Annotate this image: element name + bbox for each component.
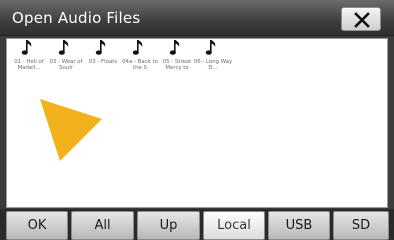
pointer-arrow-icon — [40, 99, 102, 161]
bottom-toolbar: OK All Up Local USB SD — [0, 209, 394, 240]
file-name: 05 - Streat Mercy to — [162, 59, 192, 72]
sd-button[interactable]: SD — [333, 211, 389, 240]
close-button[interactable] — [341, 7, 381, 31]
sd-button-label: SD — [351, 218, 371, 233]
file-name: 01 - Hell of Madell... — [14, 59, 44, 72]
usb-button[interactable]: USB — [268, 211, 330, 240]
file-item[interactable]: 04a - Back to the S — [120, 39, 158, 75]
file-item[interactable]: 06 - Long Way D... — [193, 39, 233, 75]
ok-button-label: OK — [27, 218, 47, 233]
music-note-icon — [95, 40, 106, 55]
file-item[interactable]: 03 - Floats — [83, 39, 121, 75]
open-audio-files-dialog: Open Audio Files 01 - Hell of Madell... … — [0, 0, 394, 240]
local-button[interactable]: Local — [203, 211, 265, 240]
all-button-label: All — [94, 218, 111, 233]
music-note-icon — [58, 40, 69, 55]
file-name: 03 - Floats — [88, 59, 118, 65]
file-name: 04a - Back to the S — [122, 59, 158, 72]
file-item[interactable]: 03 - Wear of Soulr — [46, 39, 84, 75]
close-x-icon — [354, 12, 370, 28]
music-note-icon — [132, 40, 143, 55]
file-item[interactable]: 05 - Streat Mercy to — [157, 39, 195, 75]
all-button[interactable]: All — [71, 211, 134, 240]
file-name: 03 - Wear of Soulr — [49, 59, 83, 72]
usb-button-label: USB — [285, 218, 313, 233]
local-button-label: Local — [217, 218, 251, 233]
music-note-icon — [21, 40, 32, 55]
file-name: 06 - Long Way D... — [193, 59, 233, 72]
up-button[interactable]: Up — [137, 211, 200, 240]
title-bar: Open Audio Files — [0, 0, 394, 36]
music-note-icon — [205, 40, 216, 55]
ok-button[interactable]: OK — [6, 211, 68, 240]
up-button-label: Up — [159, 218, 178, 233]
file-list[interactable]: 01 - Hell of Madell... 03 - Wear of Soul… — [6, 38, 388, 208]
file-item[interactable]: 01 - Hell of Madell... — [9, 39, 47, 75]
music-note-icon — [169, 40, 180, 55]
dialog-title: Open Audio Files — [12, 9, 141, 27]
